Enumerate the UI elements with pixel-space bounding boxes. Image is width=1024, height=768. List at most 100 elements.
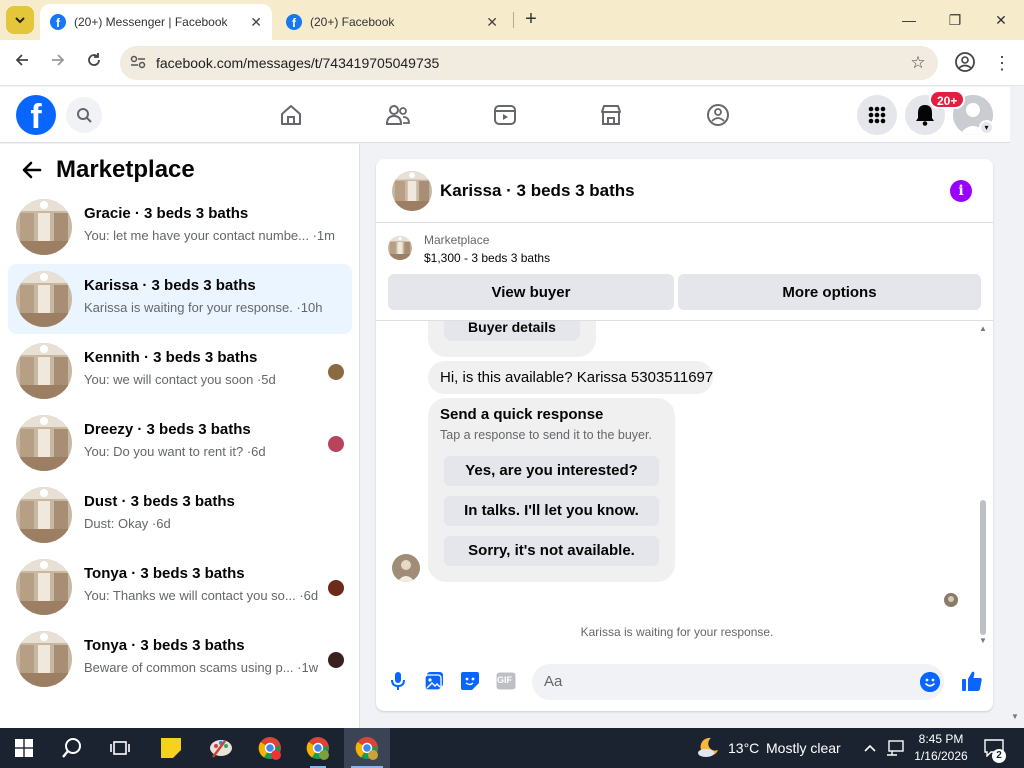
conversation-preview: You: let me have your contact numbe... ·… (84, 228, 335, 243)
buyer-avatar[interactable] (392, 554, 420, 582)
network-button[interactable] (884, 728, 906, 768)
chat-title[interactable]: Karissa · 3 beds 3 baths (440, 181, 635, 201)
listing-price-title[interactable]: $1,300 - 3 beds 3 baths (424, 251, 550, 265)
tab-messenger[interactable]: f (20+) Messenger | Facebook ✕ (40, 4, 272, 40)
browser-profile-button[interactable] (954, 51, 978, 75)
home-nav-button[interactable] (277, 101, 305, 129)
chat-header: Karissa · 3 beds 3 baths i (376, 159, 993, 223)
forward-button[interactable] (46, 51, 70, 75)
windows-logo-icon (15, 739, 33, 757)
chrome-icon (258, 737, 281, 760)
facebook-logo[interactable]: f (16, 95, 56, 135)
menu-grid-button[interactable] (857, 95, 897, 135)
video-nav-button[interactable] (491, 101, 519, 129)
gif-button[interactable]: GIF (494, 669, 518, 693)
friends-nav-button[interactable] (384, 101, 412, 129)
message-composer: GIF Aa (376, 655, 993, 707)
account-chevron-icon[interactable]: ▾ (979, 120, 994, 135)
browser-tab-bar: f (20+) Messenger | Facebook ✕ f (20+) F… (0, 0, 1024, 40)
waiting-status-text: Karissa is waiting for your response. (580, 625, 774, 639)
emoji-icon[interactable] (920, 672, 940, 692)
sticker-icon (461, 672, 479, 690)
voice-clip-button[interactable] (386, 669, 410, 693)
thumbs-up-icon (962, 671, 982, 691)
address-bar[interactable]: facebook.com/messages/t/743419705049735 … (120, 46, 938, 80)
network-icon (887, 740, 904, 756)
sticky-notes-app[interactable] (154, 728, 188, 768)
tab-close-icon[interactable]: ✕ (486, 14, 498, 31)
task-view-button[interactable] (104, 728, 136, 768)
video-icon (494, 105, 516, 125)
close-window-button[interactable]: ✕ (988, 8, 1014, 32)
scroll-up-icon[interactable]: ▲ (979, 325, 987, 333)
browser-menu-icon[interactable]: ⋮ (992, 51, 1012, 75)
tab-close-icon[interactable]: ✕ (250, 14, 262, 31)
sticker-button[interactable] (458, 669, 482, 693)
conversation-thumbnail (16, 559, 72, 615)
weather-description[interactable]: Mostly clear (766, 740, 841, 756)
weather-temperature[interactable]: 13°C (728, 740, 759, 756)
back-arrow-icon (22, 161, 42, 179)
notification-center-button[interactable] (980, 728, 1008, 768)
chrome-app-profile-t[interactable] (252, 728, 288, 768)
search-button[interactable] (66, 97, 102, 133)
minimize-button[interactable]: — (896, 8, 922, 32)
taskbar-search-button[interactable] (56, 728, 88, 768)
paint-app[interactable] (204, 728, 238, 768)
conversation-item[interactable]: Karissa · 3 beds 3 baths Karissa is waiti… (8, 264, 352, 334)
message-bubble: Hi, is this available? Karissa 530351169… (428, 361, 713, 394)
site-settings-icon[interactable] (120, 55, 156, 72)
message-input[interactable]: Aa (532, 664, 944, 700)
quick-response-title: Send a quick response (440, 406, 604, 423)
message-text: Hi, is this available? Karissa 530351169… (440, 369, 714, 386)
taskbar-clock[interactable]: 8:45 PM 1/16/2026 (910, 731, 972, 765)
info-icon[interactable]: i (950, 180, 972, 202)
url-text[interactable]: facebook.com/messages/t/743419705049735 (156, 55, 898, 71)
reload-button[interactable] (82, 51, 106, 75)
conversation-item[interactable]: Gracie · 3 beds 3 baths You: let me have … (8, 192, 352, 262)
page-scroll-down-icon[interactable]: ▼ (1011, 712, 1019, 721)
conversation-item[interactable]: Dreezy · 3 beds 3 baths You: Do you want … (8, 408, 352, 478)
thread-scrollbar[interactable]: ▲ ▼ (978, 325, 988, 645)
quick-response-subtitle: Tap a response to send it to the buyer. (440, 428, 652, 442)
groups-nav-button[interactable] (704, 101, 732, 129)
conversation-item[interactable]: Kennith · 3 beds 3 baths You: we will con… (8, 336, 352, 406)
conversation-item[interactable]: Tonya · 3 beds 3 baths Beware of common s… (8, 624, 352, 694)
photo-icon (424, 672, 443, 691)
marketplace-nav-button[interactable] (597, 101, 625, 129)
seen-avatar (328, 652, 344, 668)
bookmark-star-icon[interactable]: ☆ (898, 53, 938, 73)
view-buyer-button[interactable]: View buyer (388, 274, 674, 310)
windows-taskbar: 13°C Mostly clear 8:45 PM 1/16/2026 2 (0, 728, 1024, 768)
quick-response-not-available-button[interactable]: Sorry, it's not available. (444, 536, 659, 566)
tab-search-dropdown[interactable] (6, 6, 34, 34)
attach-photo-button[interactable] (422, 669, 446, 693)
buyer-details-button[interactable]: Buyer details (444, 321, 580, 341)
chrome-app-active[interactable] (344, 728, 390, 768)
quick-response-yes-button[interactable]: Yes, are you interested? (444, 456, 659, 486)
weather-widget[interactable] (694, 728, 722, 768)
chrome-app-profile-2[interactable] (300, 728, 336, 768)
task-view-icon (110, 741, 130, 755)
more-options-button[interactable]: More options (678, 274, 981, 310)
arrow-left-icon (15, 54, 28, 66)
tab-facebook[interactable]: f (20+) Facebook ✕ (276, 4, 508, 40)
maximize-button[interactable]: ❐ (942, 8, 968, 32)
conversation-name: Gracie · 3 beds 3 baths (84, 205, 249, 222)
listing-thumbnail[interactable] (392, 171, 432, 211)
back-button[interactable] (10, 51, 34, 75)
conversation-preview: Beware of common scams using p... ·1w (84, 660, 319, 675)
quick-response-in-talks-button[interactable]: In talks. I'll let you know. (444, 496, 659, 526)
start-button[interactable] (8, 728, 40, 768)
conversation-item[interactable]: Dust · 3 beds 3 baths Dust: Okay ·6d (8, 480, 352, 550)
listing-card: Marketplace $1,300 - 3 beds 3 baths View… (376, 223, 993, 321)
listing-small-thumbnail (388, 236, 412, 260)
scroll-thumb[interactable] (980, 500, 986, 635)
conversation-name: Dust · 3 beds 3 baths (84, 493, 235, 510)
scroll-down-icon[interactable]: ▼ (979, 637, 987, 645)
show-hidden-icons-button[interactable] (860, 728, 880, 768)
new-tab-button[interactable]: + (520, 8, 542, 30)
send-like-button[interactable] (960, 669, 984, 693)
back-arrow-button[interactable] (16, 154, 48, 186)
conversation-item[interactable]: Tonya · 3 beds 3 baths You: Thanks we wil… (8, 552, 352, 622)
